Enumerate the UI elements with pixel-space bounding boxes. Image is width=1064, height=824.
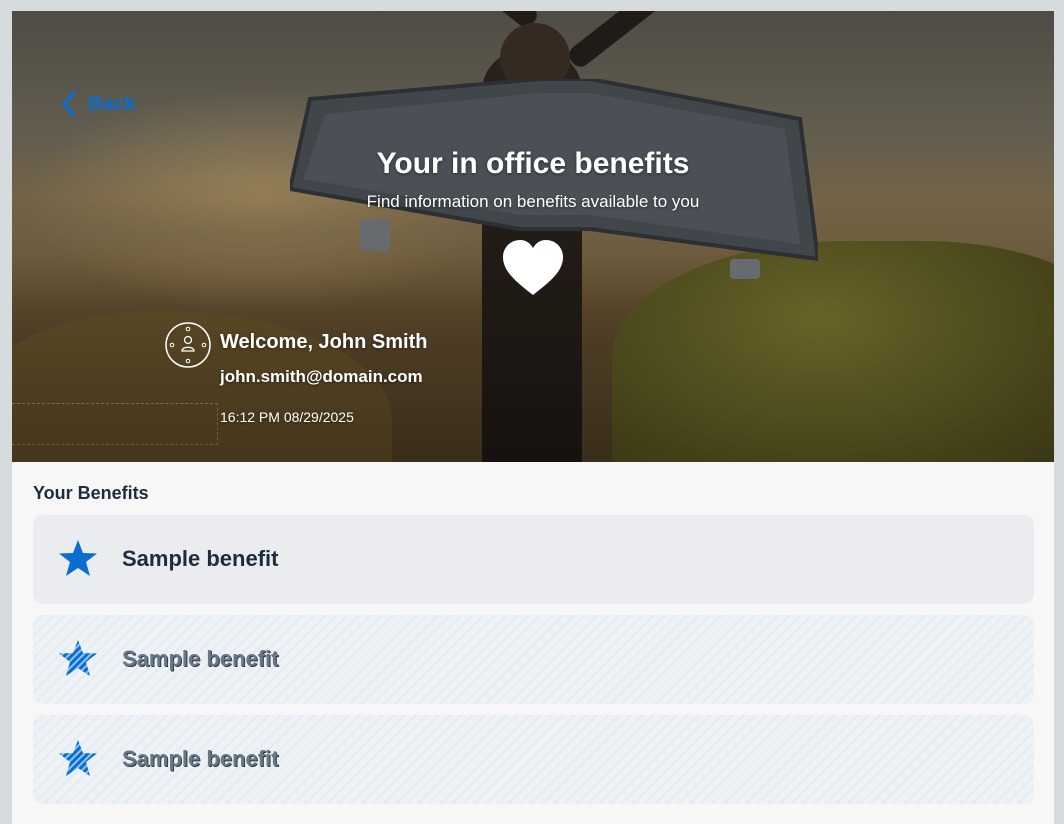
- star-icon: [59, 540, 97, 576]
- section-title: Your Benefits: [33, 483, 149, 503]
- hero-placeholder-outline: [12, 403, 218, 445]
- app-window: Back Your in office benefits Find inform…: [12, 11, 1054, 824]
- back-label: Back: [88, 92, 136, 115]
- benefit-card-loading: Sample benefit: [33, 615, 1034, 704]
- benefit-label: Sample benefit: [122, 646, 279, 671]
- current-datetime: 16:12 PM 08/29/2025: [220, 409, 354, 425]
- heart-icon: [503, 240, 563, 295]
- hero-banner: Back Your in office benefits Find inform…: [12, 11, 1054, 462]
- chevron-left-icon: [62, 91, 76, 117]
- page-subtitle: Find information on benefits available t…: [366, 192, 700, 211]
- welcome-text: Welcome, John Smith: [220, 331, 428, 353]
- benefit-label: Sample benefit: [122, 546, 279, 571]
- benefit-card-loading: Sample benefit: [33, 715, 1034, 804]
- star-icon: [59, 640, 97, 676]
- benefit-card[interactable]: Sample benefit: [33, 515, 1034, 604]
- benefit-label: Sample benefit: [122, 746, 279, 771]
- back-button[interactable]: Back: [60, 89, 136, 119]
- star-icon: [59, 740, 97, 776]
- page-title: Your in office benefits: [376, 147, 690, 180]
- avatar-icon[interactable]: [164, 321, 212, 369]
- user-email: john.smith@domain.com: [220, 367, 423, 386]
- hero-overlay: [12, 11, 1054, 462]
